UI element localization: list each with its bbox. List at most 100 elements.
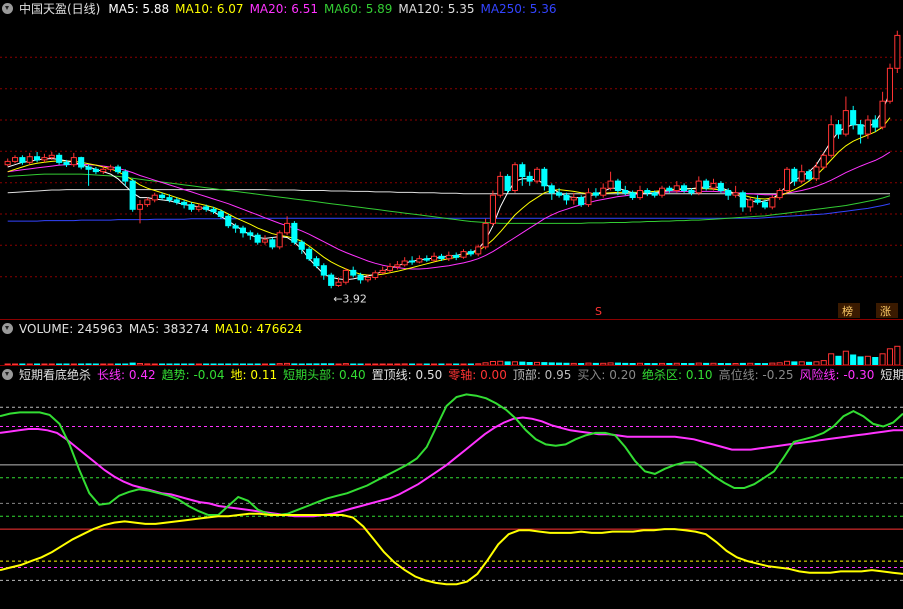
candle-body [445, 254, 452, 260]
candle-body [386, 266, 393, 271]
candle [254, 232, 261, 245]
candle-body [511, 164, 519, 191]
chevron-down-icon[interactable] [2, 3, 13, 14]
volume-header: VOLUME: 245963 MA5: 383274 MA10: 476624 [0, 320, 903, 338]
candle-body [578, 197, 585, 206]
candle-body [151, 194, 158, 201]
candle [482, 218, 489, 250]
candle [276, 230, 283, 250]
candle [423, 255, 430, 262]
candle [879, 91, 886, 130]
candle [56, 152, 63, 165]
candle [188, 202, 195, 212]
candle-body [681, 185, 688, 192]
top-label: 顶部: 0.95 [512, 368, 572, 382]
candle [12, 155, 19, 164]
kill-zone-label: 绝杀区: 0.10 [641, 368, 713, 382]
candle [776, 188, 783, 200]
candle-body [254, 234, 261, 243]
candle-body [107, 166, 114, 170]
candle-body [379, 269, 386, 274]
candle [695, 176, 702, 196]
ma5-label: MA5: 5.88 [108, 2, 170, 16]
candle-body [504, 175, 511, 191]
candle [41, 153, 48, 163]
candle-body [482, 222, 489, 248]
candle-body [284, 222, 291, 234]
candle [754, 195, 761, 205]
candle-body [717, 182, 724, 191]
candle-body [710, 182, 717, 189]
candle [526, 171, 533, 186]
candle-body [276, 232, 283, 248]
low-price-annotation: ←3.92 [333, 292, 367, 305]
candle-body [144, 199, 151, 206]
candle [460, 249, 467, 259]
candle [511, 162, 519, 193]
candle-body [644, 190, 651, 194]
indicator-header: 短期看底绝杀 长线: 0.42 趋势: -0.04 地: 0.11 短期头部: 0.40… [0, 366, 903, 384]
candle [784, 167, 791, 193]
candle-body [350, 269, 357, 276]
candle [445, 251, 452, 261]
signal-s-marker: S [595, 305, 602, 318]
candle-body [614, 180, 622, 192]
candle-body [776, 190, 783, 199]
volume-bar [842, 350, 849, 366]
candle [467, 249, 474, 257]
candle-body [850, 110, 857, 126]
candle-body [4, 160, 11, 166]
short-head-label: 短期头部: 0.40 [283, 368, 366, 382]
candle [636, 185, 644, 200]
candle [284, 216, 291, 236]
candle-body [394, 264, 401, 268]
indicator-title: 短期看底绝杀 [19, 368, 92, 382]
ma120-line [7, 189, 890, 195]
candle-body [41, 157, 48, 161]
candle [107, 164, 114, 172]
candle [4, 158, 11, 167]
candle-body [659, 187, 666, 196]
chevron-down-icon[interactable] [2, 369, 13, 380]
candle-body [247, 232, 254, 236]
candle [261, 235, 268, 245]
candle [673, 181, 680, 193]
candle [644, 188, 651, 197]
candle [320, 263, 327, 280]
candle [585, 188, 592, 207]
candle-body [159, 194, 166, 199]
candle [548, 183, 555, 200]
candle-body [798, 171, 805, 182]
candle-body [872, 119, 879, 128]
candle-body [673, 185, 680, 192]
candle-body [791, 168, 798, 182]
candle [313, 256, 320, 269]
candle-body [519, 164, 526, 177]
high-line-label: 高位线: -0.25 [718, 368, 794, 382]
candle [122, 169, 129, 186]
candle-body [548, 185, 555, 194]
candle-body [695, 180, 702, 194]
candle-body [63, 161, 70, 166]
candle [416, 255, 423, 264]
volume-bar [835, 355, 842, 366]
risk-line-label: 风险线: -0.30 [799, 368, 875, 382]
candle [70, 152, 77, 167]
candle-body [842, 110, 849, 135]
candle-body [607, 180, 614, 189]
ground-label: 地: 0.11 [230, 368, 278, 382]
candle-body [556, 192, 563, 196]
candle [600, 183, 607, 198]
price-header: 中国天盈(日线) MA5: 5.88 MA10: 6.07 MA20: 6.51 MA6… [0, 0, 903, 18]
candle-body [629, 192, 636, 199]
candle [489, 190, 496, 226]
candle [886, 63, 894, 104]
candle-body [600, 187, 607, 196]
chevron-down-icon[interactable] [2, 323, 13, 334]
candle [534, 167, 541, 184]
candle-body [828, 124, 835, 156]
candle-body [475, 246, 482, 255]
candle-body [313, 258, 320, 267]
candle [401, 257, 408, 267]
candle-body [769, 197, 776, 208]
